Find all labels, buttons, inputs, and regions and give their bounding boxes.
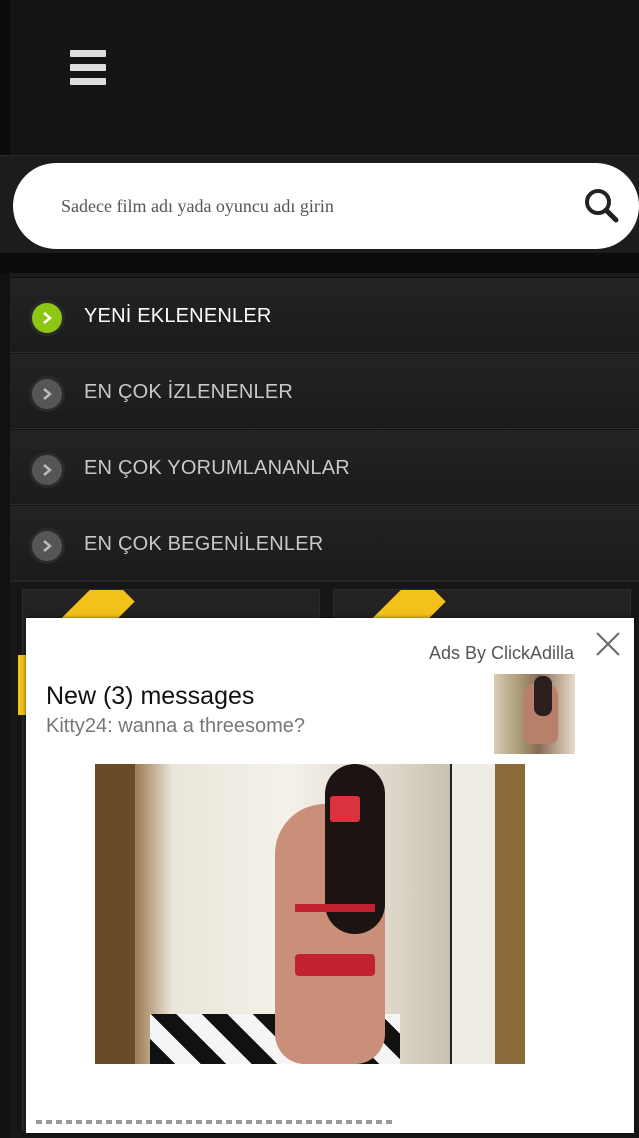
search-box bbox=[13, 163, 639, 249]
ad-footer-strip bbox=[36, 1120, 396, 1124]
ad-subtitle[interactable]: Kitty24: wanna a threesome? bbox=[46, 715, 305, 738]
top-bar bbox=[0, 0, 639, 155]
ribbon-badge bbox=[18, 655, 26, 715]
category-menu: YENİ EKLENENLER EN ÇOK İZLENENLER EN ÇOK… bbox=[10, 273, 639, 583]
chevron-right-icon bbox=[32, 303, 62, 333]
hamburger-icon[interactable] bbox=[70, 50, 118, 86]
menu-item-label: YENİ EKLENENLER bbox=[84, 305, 272, 327]
close-icon[interactable] bbox=[594, 630, 622, 658]
menu-item-en-cok-begenilenler[interactable]: EN ÇOK BEGENİLENLER bbox=[10, 505, 639, 581]
ad-provider-label: Ads By ClickAdilla bbox=[428, 643, 574, 663]
menu-item-label: EN ÇOK BEGENİLENLER bbox=[84, 533, 324, 555]
menu-item-en-cok-izlenenler[interactable]: EN ÇOK İZLENENLER bbox=[10, 353, 639, 429]
ad-title[interactable]: New (3) messages bbox=[46, 682, 254, 711]
search-input[interactable] bbox=[59, 187, 563, 225]
chevron-right-icon bbox=[32, 531, 62, 561]
menu-item-label: EN ÇOK YORUMLANANLAR bbox=[84, 457, 350, 479]
chevron-right-icon bbox=[32, 455, 62, 485]
menu-item-label: EN ÇOK İZLENENLER bbox=[84, 381, 294, 403]
ad-popup[interactable]: Ads By ClickAdilla New (3) messages Kitt… bbox=[26, 618, 634, 1133]
ad-thumbnail[interactable] bbox=[494, 674, 575, 754]
search-bar bbox=[0, 155, 639, 254]
ad-image[interactable] bbox=[95, 764, 525, 1064]
search-icon[interactable] bbox=[583, 187, 621, 225]
menu-item-yeni-eklenenler[interactable]: YENİ EKLENENLER bbox=[10, 277, 639, 353]
menu-item-en-cok-yorumlananlar[interactable]: EN ÇOK YORUMLANANLAR bbox=[10, 429, 639, 505]
divider bbox=[0, 253, 639, 273]
chevron-right-icon bbox=[32, 379, 62, 409]
